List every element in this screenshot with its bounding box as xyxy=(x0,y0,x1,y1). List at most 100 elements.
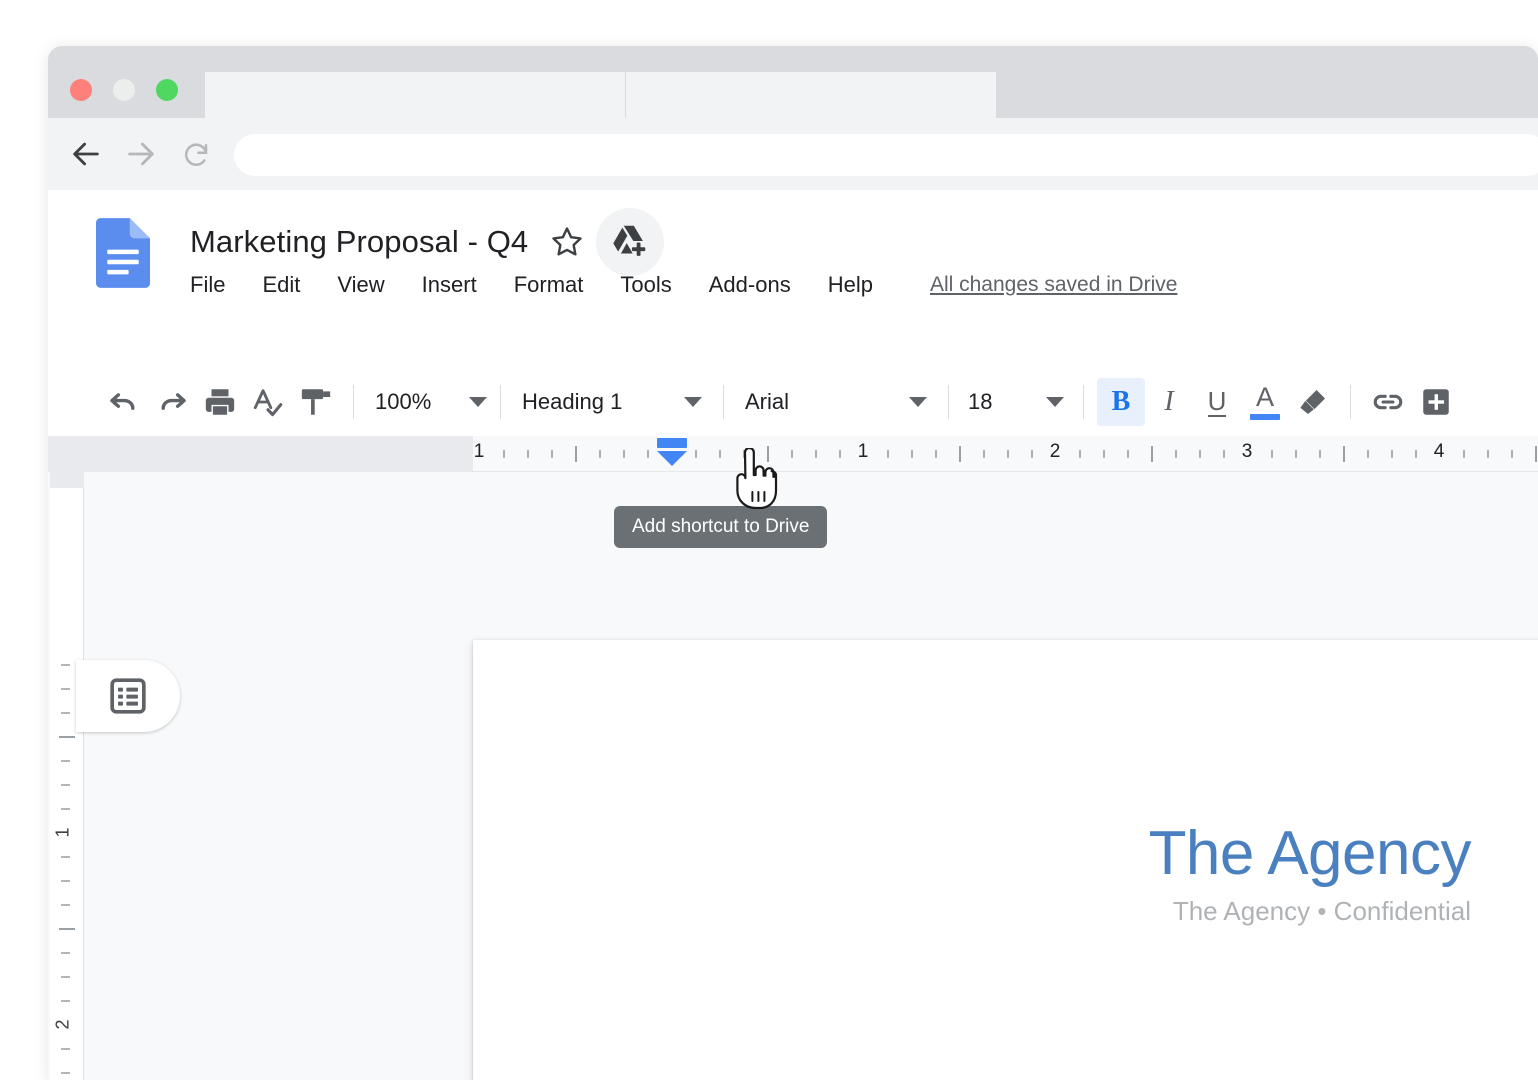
ruler-unit-label: 1 xyxy=(474,441,485,463)
address-bar[interactable] xyxy=(234,134,1538,176)
docs-toolbar: 100% Heading 1 Arial 18 xyxy=(48,368,1538,436)
show-document-outline-button[interactable] xyxy=(76,660,180,732)
insert-link-button[interactable] xyxy=(1364,378,1412,426)
left-indent-marker[interactable] xyxy=(653,438,691,472)
menu-view[interactable]: View xyxy=(337,272,384,298)
ruler-tick xyxy=(1223,450,1225,458)
ruler-tick xyxy=(1319,450,1321,458)
ruler-tick xyxy=(887,450,889,458)
ruler-tick xyxy=(1463,450,1465,458)
bold-button[interactable]: B xyxy=(1097,378,1145,426)
vertical-ruler-tick xyxy=(61,1072,70,1074)
add-comment-button[interactable] xyxy=(1412,378,1460,426)
browser-tab[interactable] xyxy=(626,72,996,118)
chevron-down-icon xyxy=(684,397,702,407)
menu-help[interactable]: Help xyxy=(828,272,873,298)
ruler-tick xyxy=(1079,450,1081,458)
document-title[interactable]: Marketing Proposal - Q4 xyxy=(190,224,528,260)
google-docs-icon[interactable] xyxy=(96,218,150,288)
font-family-value: Arial xyxy=(745,389,789,415)
save-status-label[interactable]: All changes saved in Drive xyxy=(930,273,1177,297)
underline-button[interactable]: U xyxy=(1193,378,1241,426)
font-family-control[interactable]: Arial xyxy=(737,389,935,415)
ruler-tick xyxy=(1199,450,1201,458)
ruler-unit-label: 3 xyxy=(1242,441,1253,463)
toolbar-divider xyxy=(353,385,354,419)
arrow-left-icon xyxy=(69,137,103,171)
menu-file[interactable]: File xyxy=(190,272,225,298)
undo-button[interactable] xyxy=(100,378,148,426)
ruler-tick xyxy=(1127,450,1129,458)
add-comment-icon xyxy=(1419,385,1453,419)
redo-button[interactable] xyxy=(148,378,196,426)
ruler-unit-label: 1 xyxy=(858,441,869,463)
address-input[interactable] xyxy=(234,134,1538,176)
text-color-swatch xyxy=(1250,414,1280,420)
zoom-level-control[interactable]: 100% xyxy=(367,389,487,415)
underline-label: U xyxy=(1208,387,1227,418)
ruler-tick xyxy=(1511,450,1513,458)
highlight-pen-icon xyxy=(1296,385,1330,419)
document-outline-icon xyxy=(108,676,148,716)
add-shortcut-tooltip: Add shortcut to Drive xyxy=(614,506,827,548)
highlight-color-button[interactable] xyxy=(1289,378,1337,426)
ruler-tick xyxy=(527,450,529,458)
document-header-subtitle: The Agency • Confidential xyxy=(1173,896,1471,927)
ruler-tick xyxy=(767,446,769,462)
ruler-tick xyxy=(1343,446,1345,462)
menu-insert[interactable]: Insert xyxy=(422,272,477,298)
vertical-ruler-tick xyxy=(61,904,70,906)
ruler-tick xyxy=(1415,450,1417,458)
spellcheck-button[interactable] xyxy=(244,378,292,426)
document-header-brand: The Agency xyxy=(1149,818,1471,889)
ruler-tick xyxy=(1103,450,1105,458)
indent-marker-icon xyxy=(653,438,691,470)
star-document-button[interactable] xyxy=(550,225,584,259)
browser-tab[interactable] xyxy=(205,72,625,118)
document-workspace: 12 The Agency The Ag xyxy=(48,472,1538,1080)
forward-button[interactable] xyxy=(121,134,161,174)
undo-icon xyxy=(107,385,141,419)
maximize-window-button[interactable] xyxy=(156,79,178,101)
ruler-tick xyxy=(791,450,793,458)
ruler-tick xyxy=(1367,450,1369,458)
paragraph-style-control[interactable]: Heading 1 xyxy=(514,389,710,415)
vertical-ruler-tick xyxy=(61,712,70,714)
reload-button[interactable] xyxy=(176,134,216,174)
font-size-control[interactable]: 18 xyxy=(962,389,1070,415)
paint-format-button[interactable] xyxy=(292,378,340,426)
vertical-ruler-tick xyxy=(61,976,70,978)
text-color-button[interactable]: A xyxy=(1241,378,1289,426)
vertical-ruler: 12 xyxy=(50,472,84,1080)
horizontal-ruler[interactable]: 11234 xyxy=(48,436,1538,472)
italic-button[interactable]: I xyxy=(1145,378,1193,426)
ruler-tick xyxy=(959,446,961,462)
close-window-button[interactable] xyxy=(70,79,92,101)
browser-nav-bar xyxy=(48,118,1538,190)
add-shortcut-to-drive-button[interactable] xyxy=(596,208,664,276)
ruler-tick xyxy=(1007,450,1009,458)
menu-format[interactable]: Format xyxy=(514,272,584,298)
vertical-ruler-tick xyxy=(61,880,70,882)
menu-tools[interactable]: Tools xyxy=(620,272,671,298)
print-button[interactable] xyxy=(196,378,244,426)
paragraph-style-value: Heading 1 xyxy=(522,389,622,415)
back-button[interactable] xyxy=(66,134,106,174)
docs-menu-bar: File Edit View Insert Format Tools Add-o… xyxy=(190,272,1177,298)
toolbar-divider xyxy=(1350,385,1351,419)
star-outline-icon xyxy=(550,225,584,259)
ruler-tick xyxy=(1487,450,1489,458)
minimize-window-button[interactable] xyxy=(113,79,135,101)
ruler-tick xyxy=(575,446,577,462)
vertical-ruler-tick xyxy=(61,784,70,786)
ruler-tick xyxy=(839,450,841,458)
document-title-row: Marketing Proposal - Q4 xyxy=(190,218,664,266)
menu-add-ons[interactable]: Add-ons xyxy=(709,272,791,298)
document-page[interactable]: The Agency The Agency • Confidential Mar… xyxy=(473,640,1538,1080)
menu-edit[interactable]: Edit xyxy=(262,272,300,298)
ruler-tick xyxy=(551,450,553,458)
italic-label: I xyxy=(1164,386,1173,418)
font-size-value: 18 xyxy=(968,389,992,415)
ruler-tick xyxy=(1391,450,1393,458)
ruler-tick xyxy=(1535,446,1537,462)
